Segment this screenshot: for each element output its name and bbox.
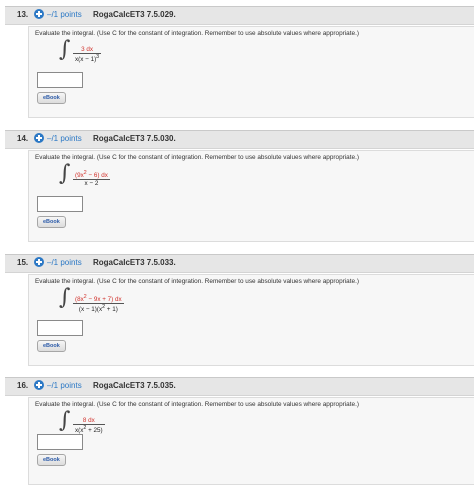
plus-circle-icon[interactable] bbox=[34, 133, 44, 143]
denominator: x(x2 + 25) bbox=[75, 425, 103, 435]
problem-code: RogaCalcET3 7.5.030. bbox=[93, 134, 176, 143]
integral-sign: ∫ bbox=[59, 37, 71, 62]
ebook-button[interactable]: eBook bbox=[37, 216, 66, 228]
ebook-button[interactable]: eBook bbox=[37, 340, 66, 352]
problem-code: RogaCalcET3 7.5.033. bbox=[93, 258, 176, 267]
integral-sign: ∫ bbox=[59, 285, 71, 310]
question-number: 13. bbox=[17, 10, 29, 19]
instruction-text: Evaluate the integral. (Use C for the co… bbox=[35, 30, 359, 37]
denominator: (x − 1)(x2 + 1) bbox=[78, 304, 118, 314]
problem-code: RogaCalcET3 7.5.035. bbox=[93, 381, 176, 390]
question-header: 14. –/1 points RogaCalcET3 7.5.030. bbox=[5, 130, 474, 149]
ebook-button[interactable]: eBook bbox=[37, 454, 66, 466]
integral-expression: ∫ (8x2 − 9x + 7) dx (x − 1)(x2 + 1) bbox=[59, 285, 259, 318]
points-label[interactable]: –/1 points bbox=[47, 134, 82, 143]
fraction: (9x2 − 6) dx x − 2 bbox=[73, 170, 110, 187]
fraction: (8x2 − 9x + 7) dx (x − 1)(x2 + 1) bbox=[73, 294, 124, 313]
question-header: 15. –/1 points RogaCalcET3 7.5.033. bbox=[5, 254, 474, 273]
question-body: Evaluate the integral. (Use C for the co… bbox=[28, 150, 474, 242]
numerator: 8 dx bbox=[73, 417, 105, 425]
question-header: 13. –/1 points RogaCalcET3 7.5.029. bbox=[5, 6, 474, 25]
answer-input[interactable] bbox=[37, 434, 83, 450]
question-header: 16. –/1 points RogaCalcET3 7.5.035. bbox=[5, 377, 474, 396]
question-body: Evaluate the integral. (Use C for the co… bbox=[28, 26, 474, 118]
instruction-text: Evaluate the integral. (Use C for the co… bbox=[35, 278, 359, 285]
integral-expression: ∫ 8 dx x(x2 + 25) bbox=[59, 408, 259, 441]
question-number: 14. bbox=[17, 134, 29, 143]
points-label[interactable]: –/1 points bbox=[47, 258, 82, 267]
numerator: (9x2 − 6) dx bbox=[73, 170, 110, 181]
answer-input[interactable] bbox=[37, 72, 83, 88]
plus-circle-icon[interactable] bbox=[34, 257, 44, 267]
problem-code: RogaCalcET3 7.5.029. bbox=[93, 10, 176, 19]
denominator: x − 2 bbox=[84, 180, 99, 188]
integral-expression: ∫ 3 dx x(x − 1)3 bbox=[59, 37, 259, 70]
plus-circle-icon[interactable] bbox=[34, 380, 44, 390]
fraction: 3 dx x(x − 1)3 bbox=[73, 46, 102, 64]
answer-input[interactable] bbox=[37, 196, 83, 212]
answer-input[interactable] bbox=[37, 320, 83, 336]
points-label[interactable]: –/1 points bbox=[47, 381, 82, 390]
instruction-text: Evaluate the integral. (Use C for the co… bbox=[35, 154, 359, 161]
question-number: 16. bbox=[17, 381, 29, 390]
question-body: Evaluate the integral. (Use C for the co… bbox=[28, 274, 474, 366]
integral-sign: ∫ bbox=[59, 408, 71, 433]
plus-circle-icon[interactable] bbox=[34, 9, 44, 19]
instruction-text: Evaluate the integral. (Use C for the co… bbox=[35, 401, 359, 408]
numerator: 3 dx bbox=[73, 46, 102, 54]
ebook-button[interactable]: eBook bbox=[37, 92, 66, 104]
integral-expression: ∫ (9x2 − 6) dx x − 2 bbox=[59, 161, 259, 194]
points-label[interactable]: –/1 points bbox=[47, 10, 82, 19]
fraction: 8 dx x(x2 + 25) bbox=[73, 417, 105, 434]
denominator: x(x − 1)3 bbox=[75, 54, 100, 64]
integral-sign: ∫ bbox=[59, 161, 71, 186]
question-body: Evaluate the integral. (Use C for the co… bbox=[28, 397, 474, 485]
numerator: (8x2 − 9x + 7) dx bbox=[73, 294, 124, 305]
question-number: 15. bbox=[17, 258, 29, 267]
